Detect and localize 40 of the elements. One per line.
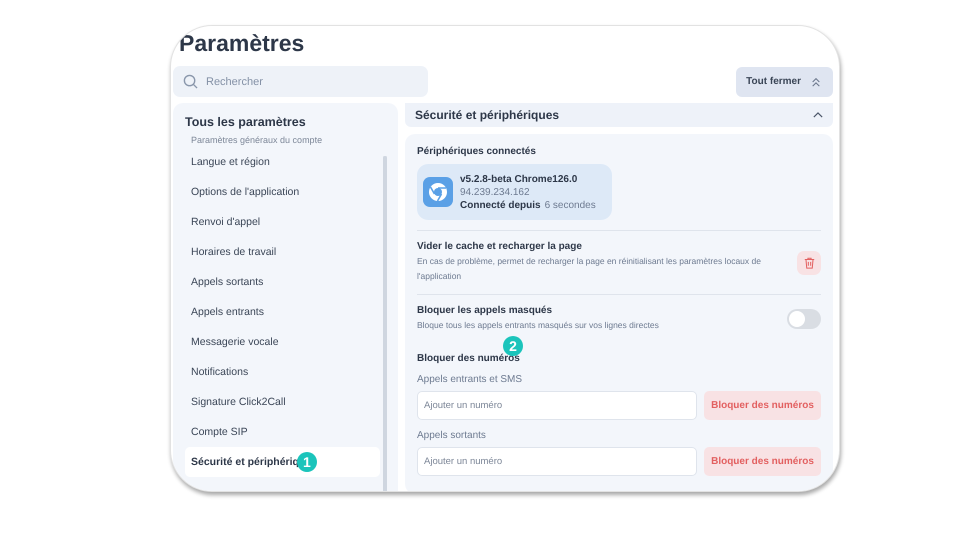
device-ip: 94.239.234.162 (460, 186, 531, 198)
double-chevron-icon (811, 76, 821, 86)
browser-icon (423, 177, 453, 207)
connected-duration: 6 secondes (544, 200, 596, 210)
setting-title: Bloquer les appels masqués (417, 305, 554, 316)
number-field[interactable]: Ajouter un numéro (417, 391, 697, 420)
device-name: v5.2.8-beta Chrome126.0 (460, 174, 578, 184)
section-header[interactable]: Sécurité et périphériques (405, 103, 833, 127)
sidebar-heading: Tous les paramètres (184, 114, 307, 131)
sidebar-item[interactable]: Langue et région (185, 147, 380, 177)
callout-badge: 2 (503, 336, 523, 356)
toggle-switch[interactable] (787, 309, 821, 329)
setting-description: En cas de problème, permet de recharger la page en réinitialisant les paramètres locaux de l'application (417, 255, 762, 283)
section-title: Sécurité et périphériques (415, 108, 560, 122)
sidebar-item[interactable]: Notifications (185, 357, 380, 387)
sidebar-item[interactable]: Renvoi d'appel (185, 207, 380, 237)
sidebar-item[interactable]: Options de l'application (185, 177, 380, 207)
sidebar-item[interactable]: Paramètres généraux du compte (185, 133, 380, 147)
field-label: Appels sortants (417, 430, 487, 441)
field-label: Appels entrants et SMS (417, 374, 524, 385)
sidebar-item[interactable]: Horaires de travail (185, 237, 380, 267)
number-field[interactable]: Ajouter un numéro (417, 447, 697, 476)
sidebar-item[interactable]: Appels entrants (185, 297, 380, 327)
callout-badge: 1 (296, 452, 317, 472)
sidebar-item[interactable]: Appels sortants (185, 267, 380, 297)
trash-icon (804, 256, 814, 268)
devices-heading: Périphériques connectés (417, 146, 537, 157)
collapse-all-button[interactable]: Tout fermer (736, 66, 833, 96)
page-title: Paramètres (179, 30, 304, 58)
setting-title: Vider le cache et recharger la page (417, 241, 583, 252)
chevron-icon (813, 112, 823, 118)
block-numbers-heading: Bloquer des numéros (417, 353, 521, 364)
setting-description: Bloque tous les appels entrants masqués sur vos lignes directes (417, 319, 660, 332)
scrollbar-thumb[interactable] (383, 156, 387, 491)
delete-button[interactable] (797, 250, 821, 274)
sidebar-item[interactable]: Compte SIP (185, 417, 380, 447)
search-field[interactable]: Rechercher (173, 66, 428, 97)
sidebar-item[interactable]: Signature Click2Call (185, 387, 380, 417)
connected-label: Connecté depuis (460, 200, 541, 210)
sidebar-item[interactable]: Messagerie vocale (185, 327, 380, 357)
